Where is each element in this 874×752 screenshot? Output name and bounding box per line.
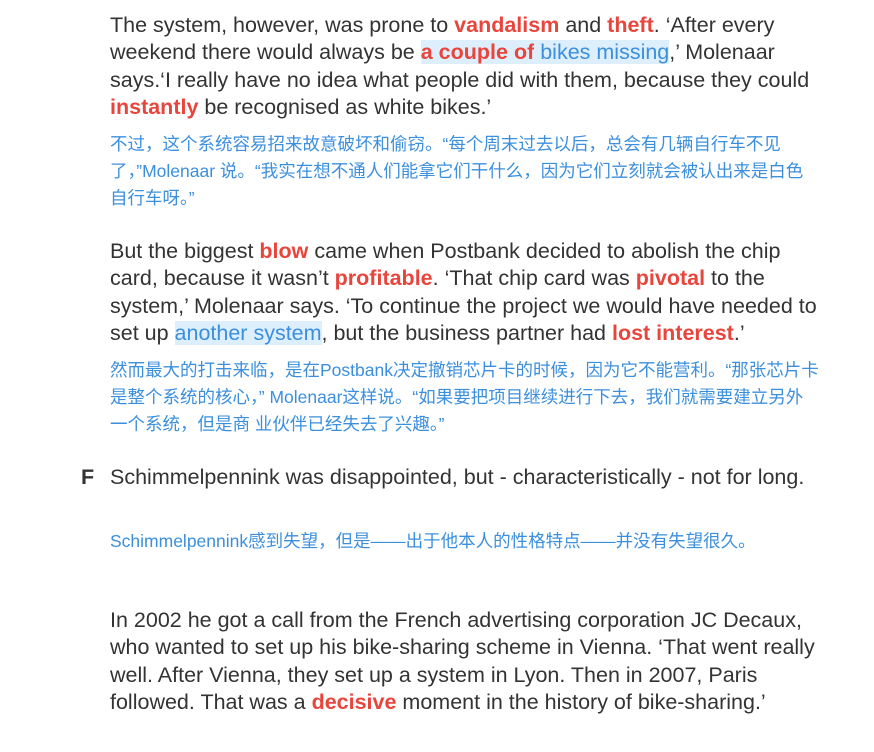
- keyword[interactable]: blow: [259, 239, 308, 263]
- paragraph-english: But the biggest blow came when Postbank …: [110, 238, 820, 347]
- text: The system, however, was prone to: [110, 13, 455, 37]
- keyword[interactable]: theft: [607, 13, 654, 37]
- keyword[interactable]: profitable: [335, 266, 433, 290]
- highlighted-keyword[interactable]: a couple of: [420, 40, 535, 65]
- keyword[interactable]: decisive: [312, 690, 397, 714]
- text: and: [559, 13, 608, 37]
- text: .’: [733, 320, 745, 345]
- paragraph-translation: Schimmelpennink感到失望，但是——出于他本人的性格特点——并没有失…: [110, 531, 756, 551]
- paragraph-english: Schimmelpennink was disappointed, but - …: [110, 465, 805, 489]
- paragraph-english: The system, however, was prone to vandal…: [110, 12, 820, 121]
- keyword[interactable]: pivotal: [636, 266, 705, 290]
- text: . ‘That chip card was: [432, 266, 636, 291]
- keyword[interactable]: instantly: [110, 95, 198, 119]
- keyword[interactable]: vandalism: [454, 13, 559, 37]
- paragraph-letter-marker: F: [81, 465, 95, 489]
- text: , but the business partner had: [321, 320, 612, 345]
- highlighted-phrase[interactable]: another system: [174, 320, 322, 345]
- keyword[interactable]: lost interest: [612, 321, 734, 345]
- paragraph-translation: 然而最大的打击来临，是在Postbank决定撤销芯片卡的时候，因为它不能营利。“…: [110, 360, 819, 434]
- text: But the biggest: [110, 239, 260, 263]
- highlighted-phrase[interactable]: bikes missing: [540, 40, 670, 65]
- paragraph-english: In 2002 he got a call from the French ad…: [110, 607, 820, 716]
- text: be recognised as white bikes.’: [198, 94, 492, 119]
- text: moment in the history of bike-sharing.’: [396, 689, 766, 714]
- paragraph-translation: 不过，这个系统容易招来故意破坏和偷窃。“每个周末过去以后，总会有几辆自行车不见了…: [110, 134, 804, 208]
